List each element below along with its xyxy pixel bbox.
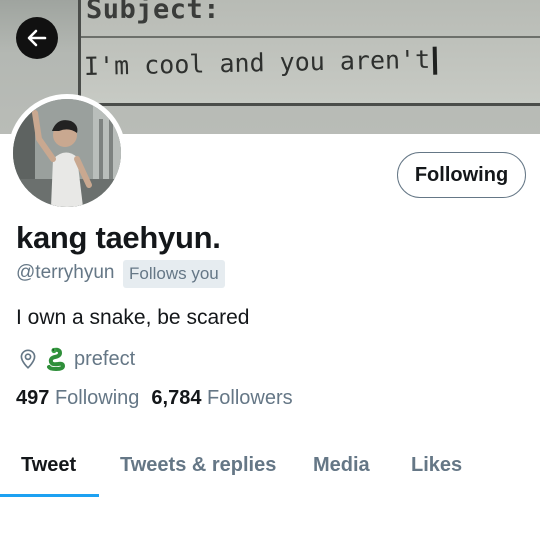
avatar-photo [13, 99, 121, 207]
profile-tabs: Tweet Tweets & replies Media Likes [0, 440, 540, 498]
location-text: prefect [74, 348, 136, 370]
display-name: kang taehyun. [16, 220, 221, 255]
tab-likes[interactable]: Likes [411, 454, 462, 477]
following-button[interactable]: Following [397, 152, 526, 198]
followers-count: 6,784 [151, 387, 202, 409]
follow-stats: 497 Following 6,784 Followers [16, 387, 293, 410]
active-tab-indicator [0, 494, 99, 497]
followers-label: Followers [207, 387, 293, 409]
following-count: 497 [16, 387, 50, 409]
banner-line-words: I'm cool and you aren't [83, 44, 431, 81]
avatar[interactable] [8, 94, 126, 212]
map-pin-icon [20, 349, 36, 369]
tab-tweet[interactable]: Tweet [21, 454, 76, 477]
following-link[interactable]: 497 Following [16, 387, 139, 409]
profile-bio: I own a snake, be scared [16, 306, 250, 329]
text-cursor [432, 46, 438, 75]
following-label: Following [54, 387, 140, 409]
back-button[interactable] [16, 17, 58, 59]
tab-tweets-replies[interactable]: Tweets & replies [120, 454, 276, 477]
user-handle: @terryhyun [16, 262, 115, 283]
tab-media[interactable]: Media [313, 454, 370, 477]
followers-link[interactable]: 6,784 Followers [151, 387, 292, 409]
snake-emoji-icon [47, 347, 66, 371]
follows-you-badge: Follows you [123, 260, 225, 288]
arrow-left-icon [27, 29, 47, 47]
banner-subject-text: Subject: [86, 0, 221, 25]
